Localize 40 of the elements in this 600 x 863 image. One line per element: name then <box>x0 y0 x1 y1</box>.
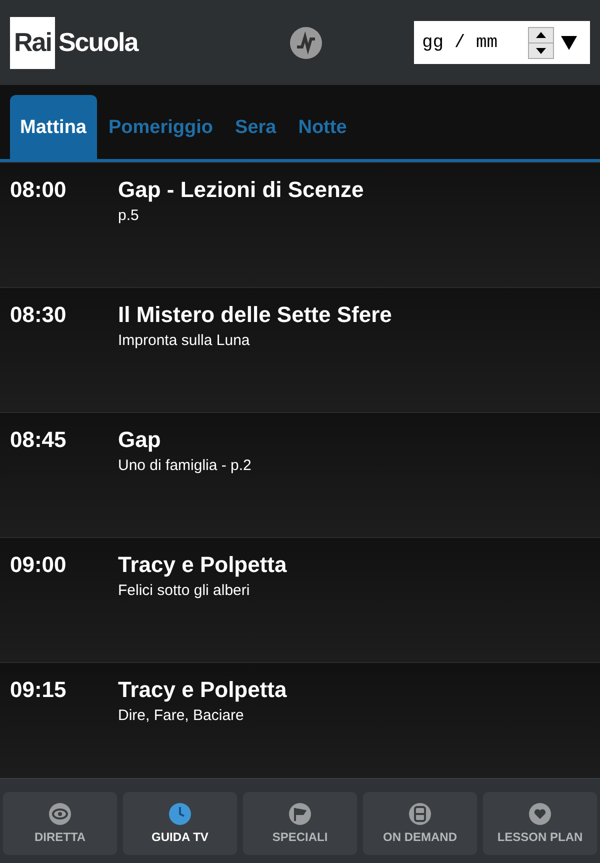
date-input[interactable]: gg / mm <box>422 32 522 52</box>
schedule-row[interactable]: 09:15 Tracy e Polpetta Dire, Fare, Baciare <box>0 662 600 778</box>
schedule-row[interactable]: 08:30 Il Mistero delle Sette Sfere Impronta sulla Luna <box>0 287 600 412</box>
tab[interactable]: Mattina <box>10 95 96 159</box>
date-picker[interactable]: gg / mm <box>414 21 590 64</box>
dropdown-arrow-icon[interactable] <box>560 34 578 50</box>
program-title: Gap <box>118 427 162 453</box>
logo-box: Rai <box>10 16 56 68</box>
nav-button[interactable]: DIRETTA <box>3 792 117 855</box>
program-title: Gap - Lezioni di Scenze <box>118 177 364 203</box>
episode-subtitle: Felici sotto gli alberi <box>118 582 251 599</box>
time-text: 09:00 <box>10 552 68 579</box>
episode-subtitle: Dire, Fare, Baciare <box>118 707 245 724</box>
episode-subtitle: p.5 <box>118 207 140 224</box>
flag-icon <box>289 803 311 825</box>
nav-button[interactable]: GUIDA TV <box>123 792 237 855</box>
program-title: Tracy e Polpetta <box>118 677 287 703</box>
time-text: 08:00 <box>10 177 68 204</box>
time-text: 08:30 <box>10 302 68 329</box>
film-icon <box>409 803 431 825</box>
schedule-row[interactable]: 08:00 Gap - Lezioni di Scenze p.5 <box>0 162 600 287</box>
nav-button[interactable]: SPECIALI <box>243 792 357 855</box>
schedule-row[interactable]: 09:00 Tracy e Polpetta Felici sotto gli alberi <box>0 537 600 662</box>
tab[interactable]: Sera <box>225 95 286 159</box>
time-text: 08:45 <box>10 427 68 454</box>
eye-icon <box>49 803 71 825</box>
episode-subtitle: Uno di famiglia - p.2 <box>118 457 252 474</box>
program-title: Il Mistero delle Sette Sfere <box>118 302 392 328</box>
episode-subtitle: Impronta sulla Luna <box>118 332 251 349</box>
nav-button[interactable]: ON DEMAND <box>363 792 477 855</box>
logo-text: Scuola <box>57 27 138 58</box>
program-title: Tracy e Polpetta <box>118 552 287 578</box>
tab[interactable]: Notte <box>288 95 357 159</box>
activity-icon[interactable] <box>290 26 322 58</box>
nav-button[interactable]: LESSON PLAN <box>483 792 597 855</box>
time-text: 09:15 <box>10 677 68 704</box>
schedule-row[interactable]: 08:45 Gap Uno di famiglia - p.2 <box>0 412 600 537</box>
spinner-icon[interactable] <box>528 26 554 58</box>
tab[interactable]: Pomeriggio <box>98 95 224 159</box>
clock-icon <box>169 803 191 825</box>
